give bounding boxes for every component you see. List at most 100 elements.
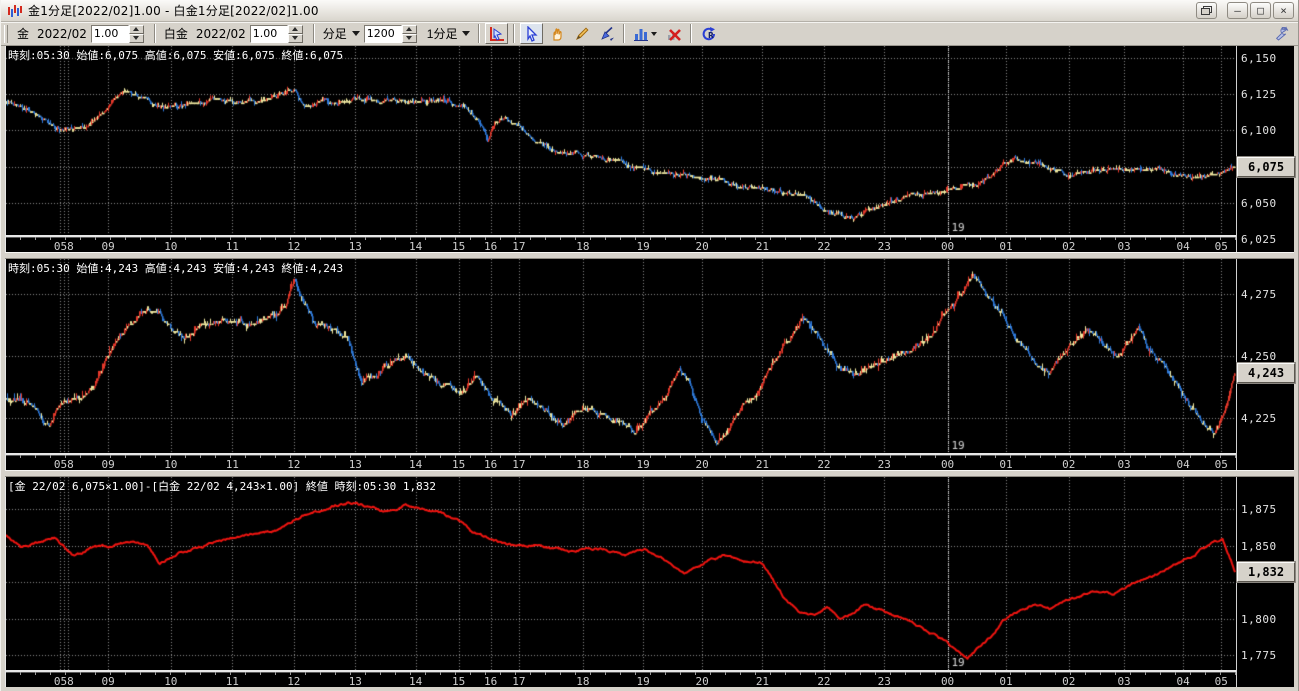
candlestick-app-icon [7, 4, 23, 18]
platinum-contract-month[interactable]: 2022/02 [196, 27, 246, 41]
time-axis-label: 04 [1176, 675, 1190, 688]
platinum-multiplier-input[interactable] [249, 24, 288, 43]
reload-icon: R [702, 26, 715, 40]
time-axis-label: 10 [164, 675, 178, 688]
chart-cursor-icon [489, 26, 504, 41]
window-controls: – □ × [1196, 2, 1294, 19]
last-price-box: 1,832 [1237, 562, 1295, 583]
price-scale-label: 1,775 [1241, 649, 1277, 663]
time-axis-label: 19 [636, 675, 650, 688]
pencil-icon [575, 26, 589, 40]
restore-window-button[interactable] [1196, 2, 1217, 19]
time-axis-label: 18 [576, 458, 590, 471]
platinum-chart-canvas[interactable] [6, 259, 1236, 453]
spread-chart-canvas[interactable] [6, 477, 1236, 670]
settings-wrench-button[interactable] [1270, 23, 1293, 44]
gold-plot: 時刻:05:30 始値:6,075 高値:6,075 安値:6,075 終値:6… [6, 46, 1236, 235]
time-axis-label: 15 [452, 458, 466, 471]
chart-area: 時刻:05:30 始値:6,075 高値:6,075 安値:6,075 終値:6… [1, 46, 1298, 691]
delete-x-icon [667, 28, 681, 41]
gold-multiplier-spinner[interactable] [128, 24, 144, 43]
time-axis-label: 21 [755, 240, 770, 253]
toolbar-grip[interactable] [4, 24, 8, 43]
pen-icon [601, 26, 614, 41]
select-tool-button[interactable] [520, 23, 544, 44]
time-axis-label: 09 [101, 240, 115, 253]
time-axis-label: 15 [452, 240, 466, 253]
minor-ticks [6, 237, 1236, 240]
time-axis-label: 01 [999, 240, 1013, 253]
time-axis-label: 22 [817, 458, 831, 471]
time-axis-label: 22 [817, 675, 831, 688]
time-axis-label: 16 [483, 240, 498, 253]
time-axis-label: 19 [636, 458, 650, 471]
close-button[interactable]: × [1273, 2, 1294, 19]
spread-chart-panel: [金 22/02 6,075×1.00]-[白金 22/02 4,243×1.0… [5, 477, 1295, 688]
chevron-down-icon [351, 31, 360, 36]
time-axis-label: 04 [1176, 240, 1190, 253]
chart-cursor-tool-button[interactable] [485, 23, 509, 44]
panel-splitter[interactable] [5, 470, 1294, 477]
chevron-down-icon [651, 31, 658, 36]
bar-chart-icon [634, 28, 649, 41]
price-scale-label: 1,875 [1241, 503, 1277, 517]
price-scale-label: 4,275 [1241, 287, 1277, 301]
spread-time-axis: 058 09 10 11 12 13 14 15 16 17 18 19 20 21 22 23 00 01 02 0… [6, 670, 1236, 688]
time-axis-label: 21 [755, 675, 770, 688]
bar-count-input[interactable] [363, 24, 402, 43]
time-axis-label: 20 [695, 458, 709, 471]
time-axis-label: 02 [1062, 675, 1076, 688]
gold-symbol-label: 金 [17, 27, 30, 41]
toolbar-separator [478, 24, 481, 43]
time-axis-label: 20 [695, 675, 709, 688]
delete-drawings-button[interactable] [662, 23, 685, 44]
time-axis-label: 13 [348, 240, 362, 253]
timeframe-dropdown[interactable]: 1分足 [423, 24, 475, 44]
time-axis-label: 21 [755, 458, 770, 471]
maximize-button[interactable]: □ [1250, 2, 1271, 19]
time-axis-label: 00 [940, 458, 955, 471]
window-title: 金1分足[2022/02]1.00 - 白金1分足[2022/02]1.00 [28, 4, 319, 18]
reload-chart-button[interactable]: R [697, 23, 720, 44]
time-axis-label: 14 [408, 240, 423, 253]
gold-time-axis: 058 09 10 11 12 13 14 15 16 17 18 19 20 21 22 23 00 01 02 0… [6, 235, 1236, 253]
time-axis-label: 09 [101, 675, 115, 688]
gold-ohlc-readout: 時刻:05:30 始値:6,075 高値:6,075 安値:6,075 終値:6… [8, 49, 344, 62]
time-axis-label: 23 [877, 675, 891, 688]
toolbar-separator [312, 24, 315, 43]
toolbar-separator [513, 24, 516, 43]
time-axis-label: 12 [287, 240, 301, 253]
spread-plot: [金 22/02 6,075×1.00]-[白金 22/02 4,243×1.0… [6, 477, 1236, 670]
time-axis-label: 22 [817, 240, 831, 253]
titlebar: 金1分足[2022/02]1.00 - 白金1分足[2022/02]1.00 –… [1, 0, 1298, 22]
gold-multiplier-input[interactable] [90, 24, 129, 43]
time-axis-label: 03 [1117, 458, 1131, 471]
toolbar: 金 2022/02 白金 2022/02 分足 1分足 [1, 22, 1298, 46]
minimize-button[interactable]: – [1227, 2, 1248, 19]
toolbar-separator [153, 24, 156, 43]
panel-splitter[interactable] [5, 252, 1294, 259]
pan-tool-button[interactable] [545, 23, 568, 44]
bar-type-dropdown[interactable]: 分足 [319, 24, 364, 44]
gold-chart-canvas[interactable] [6, 46, 1236, 235]
platinum-ohlc-readout: 時刻:05:30 始値:4,243 高値:4,243 安値:4,243 終値:4… [8, 262, 344, 275]
price-scale-label: 6,025 [1241, 233, 1277, 247]
draw-line-tool-button[interactable] [570, 23, 593, 44]
bar-count-spinner[interactable] [401, 24, 417, 43]
gold-contract-month[interactable]: 2022/02 [37, 27, 87, 41]
price-scale-label: 1,800 [1241, 612, 1277, 626]
annotate-pen-tool-button[interactable] [595, 23, 618, 44]
price-scale-label: 4,250 [1241, 350, 1277, 363]
gold-chart-panel: 時刻:05:30 始値:6,075 高値:6,075 安値:6,075 終値:6… [5, 46, 1295, 253]
svg-text:R: R [708, 31, 714, 40]
platinum-symbol-label: 白金 [163, 27, 188, 41]
time-axis-label: 13 [348, 675, 362, 688]
time-axis-label: 058 [53, 240, 74, 253]
time-axis-label: 09 [101, 458, 115, 471]
chart-style-dropdown-button[interactable] [630, 23, 660, 44]
platinum-multiplier-spinner[interactable] [287, 24, 303, 43]
time-axis-label: 18 [576, 240, 590, 253]
time-axis-label: 05 [1214, 458, 1228, 471]
time-axis-label: 15 [452, 675, 466, 688]
time-axis-label: 05 [1214, 675, 1228, 688]
